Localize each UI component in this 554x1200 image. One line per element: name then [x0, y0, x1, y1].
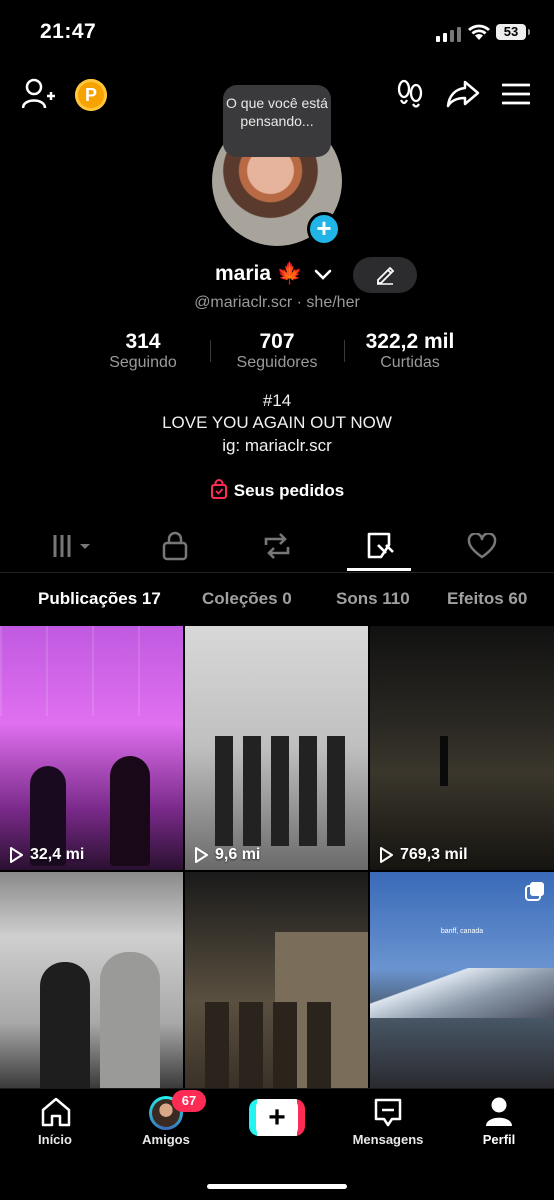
repost-icon[interactable]: [262, 532, 292, 560]
stat-following[interactable]: 314 Seguindo: [93, 330, 193, 372]
profile-name: maria 🍁: [215, 262, 303, 286]
view-count: 9,6 mi: [193, 846, 260, 864]
stat-likes[interactable]: 322,2 mil Curtidas: [352, 330, 468, 372]
notification-badge: 67: [172, 1090, 206, 1112]
play-icon: [10, 847, 23, 863]
share-icon[interactable]: [446, 80, 480, 108]
signal-icon: [436, 27, 461, 42]
status-time: 21:47: [40, 20, 97, 43]
profile-handle: @mariaclr.scr · she/her: [194, 294, 360, 311]
subtab-collections[interactable]: Coleções 0: [202, 589, 292, 609]
heart-icon[interactable]: [467, 533, 497, 559]
orders-label: Seus pedidos: [233, 481, 345, 500]
nav-messages-label[interactable]: Mensagens: [340, 1132, 436, 1147]
bio-line: #14: [262, 391, 292, 410]
coin-icon[interactable]: P: [75, 79, 107, 111]
subtab-sounds[interactable]: Sons 110: [336, 589, 410, 609]
view-count: 32,4 mi: [8, 846, 84, 864]
profile-name-text: maria 🍁: [215, 262, 304, 285]
battery-indicator: 53: [496, 24, 530, 40]
following-count: 314: [125, 330, 161, 353]
grid-icon[interactable]: [52, 533, 94, 559]
followers-count: 707: [259, 330, 295, 353]
play-icon: [380, 847, 393, 863]
subtab-effects[interactable]: Efeitos 60: [447, 589, 527, 609]
home-icon[interactable]: [40, 1097, 72, 1127]
followers-label: Seguidores: [236, 354, 318, 371]
stat-followers[interactable]: 707 Seguidores: [222, 330, 332, 372]
view-count-text: 769,3 mil: [400, 846, 468, 863]
wifi-icon: [468, 24, 490, 40]
view-count: 769,3 mil: [378, 846, 468, 864]
view-count-text: 9,6 mi: [215, 846, 261, 863]
following-label: Seguindo: [109, 354, 177, 371]
status-bubble[interactable]: O que você está pensando...: [223, 85, 331, 157]
subtab-posts[interactable]: Publicações 17: [38, 589, 161, 609]
home-indicator: [207, 1184, 347, 1189]
nav-home-label[interactable]: Início: [20, 1132, 90, 1147]
bio-line[interactable]: ig: mariaclr.scr: [0, 436, 554, 456]
create-plus-icon[interactable]: +: [256, 1099, 298, 1136]
stat-divider: [344, 340, 345, 362]
video-thumbnail[interactable]: [0, 872, 183, 1088]
video-thumbnail[interactable]: 32,4 mi: [0, 626, 183, 870]
tagged-icon[interactable]: [366, 531, 396, 561]
active-tab-indicator: [347, 568, 411, 571]
nav-profile-label[interactable]: Perfil: [469, 1132, 529, 1147]
likes-label: Curtidas: [380, 354, 440, 371]
add-friend-icon[interactable]: [22, 78, 56, 110]
orders-link[interactable]: Seus pedidos: [0, 479, 554, 501]
menu-icon[interactable]: [502, 82, 530, 106]
lock-icon[interactable]: [162, 531, 188, 561]
video-thumbnail[interactable]: 9,6 mi: [185, 626, 368, 870]
video-thumbnail[interactable]: 769,3 mil: [370, 626, 554, 870]
nav-friends-label[interactable]: Amigos: [126, 1132, 206, 1147]
bio-line: LOVE YOU AGAIN OUT NOW: [162, 413, 392, 432]
video-thumbnail[interactable]: [185, 872, 368, 1088]
tabs-divider: [0, 572, 554, 573]
likes-count: 322,2 mil: [365, 330, 455, 353]
add-story-button[interactable]: +: [307, 212, 341, 246]
messages-icon[interactable]: [373, 1097, 403, 1129]
stat-divider: [210, 340, 211, 362]
shopping-bag-icon: [210, 479, 227, 499]
chevron-down-icon[interactable]: [314, 268, 332, 282]
play-icon: [195, 847, 208, 863]
multiple-photos-icon: [525, 882, 544, 901]
video-thumbnail[interactable]: banff, canada: [370, 872, 554, 1088]
view-count-text: 32,4 mi: [30, 846, 85, 863]
video-caption: banff, canada: [440, 928, 484, 935]
profile-icon[interactable]: [485, 1096, 513, 1128]
footprints-icon[interactable]: [396, 79, 424, 109]
pencil-icon: [377, 266, 395, 285]
edit-profile-button[interactable]: [353, 257, 417, 293]
